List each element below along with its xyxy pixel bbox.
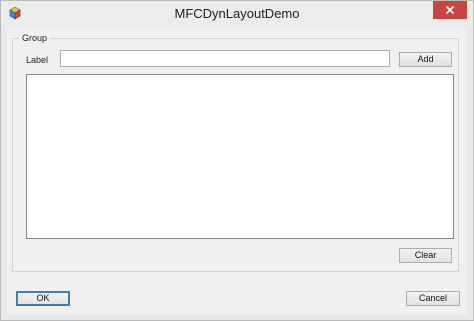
close-button[interactable] [433, 1, 467, 19]
group-label: Group [19, 31, 51, 45]
dialog-client-area: Group Label Add Clear OK Cancel [7, 28, 467, 315]
add-button[interactable]: Add [399, 52, 452, 67]
window-title: MFCDynLayoutDemo [174, 6, 300, 21]
close-icon [445, 5, 455, 15]
clear-button[interactable]: Clear [399, 248, 452, 263]
ok-button[interactable]: OK [16, 291, 70, 306]
item-list[interactable] [26, 74, 454, 239]
title-bar[interactable]: MFCDynLayoutDemo [1, 1, 473, 27]
mfc-app-icon [9, 6, 21, 20]
dialog-window: MFCDynLayoutDemo Group Label Add Clear O… [0, 0, 474, 321]
cancel-button[interactable]: Cancel [406, 291, 460, 306]
label-caption: Label [26, 55, 49, 65]
label-input[interactable] [60, 50, 390, 67]
